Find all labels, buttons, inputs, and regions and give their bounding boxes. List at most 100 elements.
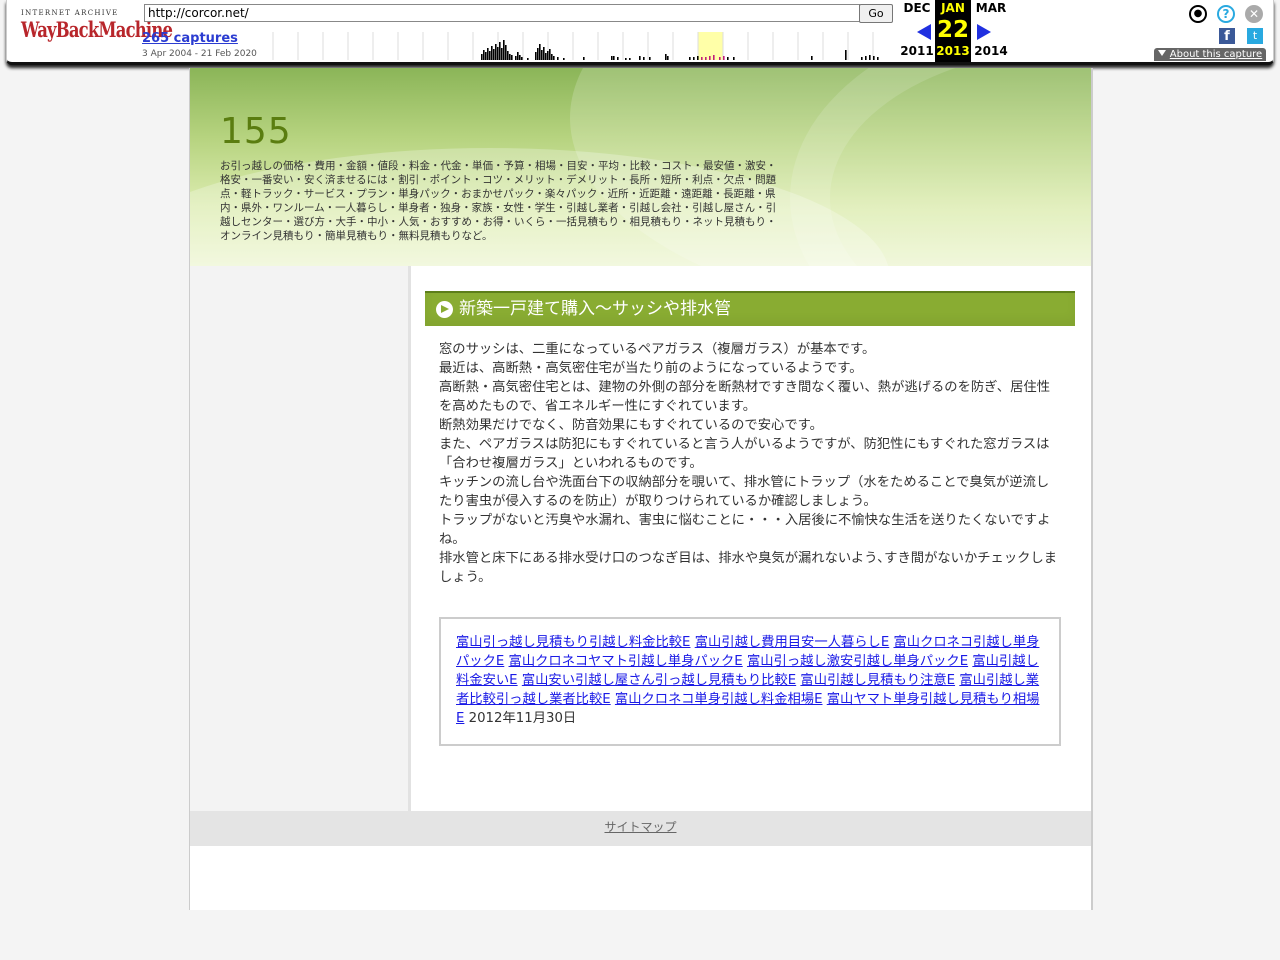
related-post-link[interactable]: 富山引越し費用目安一人暮らしE [695,635,890,650]
twitter-share-icon[interactable]: t [1247,28,1263,44]
sparkline-bar [709,56,711,60]
sparkline-bar [701,57,703,60]
sparkline-bar [617,57,619,60]
sparkline-bar [643,57,645,60]
about-capture-button[interactable]: About this capture [1154,48,1266,61]
related-post-link[interactable]: 富山クロネコ単身引越し料金相場E [615,692,823,707]
facebook-share-icon[interactable]: f [1219,28,1235,44]
post-paragraph: キッチンの流し台や洗面台下の収納部分を覗いて、排水管にトラップ（水をためることで… [439,475,1050,509]
post-paragraph: また、ペアガラスは防犯にもすぐれていると言う人がいるようですが、防犯性にもすぐれ… [439,437,1050,471]
capture-date-range: 3 Apr 2004 - 21 Feb 2020 [142,49,257,59]
sparkline-bar [583,57,585,60]
post-paragraph: 断熱効果だけでなく、防音効果にもすぐれているので安心です。 [439,418,823,433]
chevron-down-icon [1157,50,1166,56]
sparkline-bar [545,53,547,60]
sparkline-bar [507,51,509,60]
sparkline-bar [535,52,537,60]
go-button[interactable]: Go [859,4,893,23]
sparkline-bar [551,54,553,60]
sparkline-bar [877,57,879,60]
related-post-link[interactable]: 富山引っ越し激安引越し単身パックE [747,654,968,669]
sparkline-bar [527,58,529,60]
wayback-logo[interactable]: INTERNET ARCHIVE WayBackMachine [21,9,173,49]
capture-sparkline[interactable] [265,32,893,60]
url-input[interactable]: http://corcor.net/ [144,4,860,22]
sparkline-bar [487,48,489,60]
sparkline-bar [503,40,505,60]
sparkline-highlight [698,32,723,60]
current-day: 22 [936,17,969,43]
sparkline-bar [489,51,491,60]
post-paragraph: 排水管と床下にある排水受け口のつなぎ目は、排水や臭気が漏れないよう､すき間がない… [439,551,1058,585]
sparkline-bar [537,48,539,60]
sparkline-bar [557,57,559,60]
sparkline-bar [665,54,667,60]
post-date: 2012年11月30日 [468,711,577,726]
prev-year: 2011 [900,44,934,58]
current-year: 2013 [936,44,970,58]
arrow-right-circle-icon [436,301,453,318]
sparkline-bar [629,58,631,60]
sparkline-bar [549,49,551,60]
sparkline-bar [705,57,707,60]
prev-month: DEC [903,1,931,15]
related-post-link[interactable]: 富山引っ越し見積もり引越し料金比較E [456,635,690,650]
close-icon[interactable]: ✕ [1245,5,1263,23]
sparkline-bar [485,52,487,60]
sparkline-bar [495,44,497,60]
sparkline-bar [505,45,507,60]
site-header: 155 お引っ越しの価格・費用・金額・値段・料金・代金・単価・予算・相場・目安・… [190,68,1091,266]
sparkline-bar [509,54,511,60]
sparkline-bar [511,55,513,60]
related-post-link[interactable]: 富山引越し見積もり注意E [800,673,955,688]
sparkline-bar [733,57,735,60]
sparkline-bar [693,57,695,60]
user-account-icon[interactable]: ● [1189,5,1207,23]
sitemap-link[interactable]: サイトマップ [604,820,676,834]
prev-capture-arrow-icon[interactable] [917,24,931,40]
next-year: 2014 [974,44,1008,58]
related-links-box: 富山引っ越し見積もり引越し料金比較E 富山引越し費用目安一人暮らしE 富山クロネ… [439,617,1061,746]
site-description: お引っ越しの価格・費用・金額・値段・料金・代金・単価・予算・相場・目安・平均・比… [220,160,777,242]
sparkline-bar [649,57,651,60]
sparkline-bar [689,57,691,60]
sparkline-bar [723,56,725,60]
sparkline-bar [865,56,867,60]
current-month: JAN [941,1,965,15]
sparkline-bar [667,56,669,60]
post-paragraph: 窓のサッシは、二重になっているペアガラス（複層ガラス）が基本です。 [439,342,876,357]
sparkline-bar [515,56,517,60]
related-post-link[interactable]: 富山クロネコヤマト引越し単身パックE [509,654,743,669]
post-paragraph: 最近は、高断熱・高気密住宅が当たり前のようになっているようです。 [439,361,863,376]
sparkline-bar [845,50,847,60]
sparkline-bar [497,47,499,60]
post-body: 窓のサッシは、二重になっているペアガラス（複層ガラス）が基本です。 最近は、高断熱… [439,340,1061,587]
sparkline-bar [611,56,613,60]
logo-top-text: INTERNET ARCHIVE [21,9,119,17]
sparkline-grid [272,32,874,60]
next-month: MAR [975,1,1007,15]
sparkline-bars [481,40,879,60]
sparkline-bar [727,57,729,60]
sparkline-bar [541,50,543,60]
sparkline-bar [811,56,813,60]
sparkline-bar [861,57,863,60]
sparkline-bar [553,56,555,60]
sparkline-bar [521,57,523,60]
sparkline-bar [519,55,521,60]
help-icon[interactable]: ? [1217,5,1235,23]
post-title-bar: 新築一戸建て購入～サッシや排水管 [425,291,1075,326]
archived-page: 155 お引っ越しの価格・費用・金額・値段・料金・代金・単価・予算・相場・目安・… [189,68,1093,910]
related-post-link[interactable]: 富山安い引越し屋さん引っ越し見積もり比較E [522,673,796,688]
sparkline-bar [873,56,875,60]
post-title: 新築一戸建て購入～サッシや排水管 [459,299,731,319]
post-paragraph: 高断熱・高気密住宅とは、建物の外側の部分を断熱材ですき間なく覆い、熱が逃げるのを… [439,380,1050,414]
sparkline-bar [613,56,615,60]
about-capture-label: About this capture [1169,49,1263,60]
site-title[interactable]: 155 [220,111,292,152]
sparkline-bar [547,51,549,60]
sparkline-bar [483,50,485,60]
next-capture-arrow-icon[interactable] [977,24,991,40]
wayback-toolbar: INTERNET ARCHIVE WayBackMachine http://c… [6,0,1274,65]
captures-link[interactable]: 265 captures [142,31,238,46]
